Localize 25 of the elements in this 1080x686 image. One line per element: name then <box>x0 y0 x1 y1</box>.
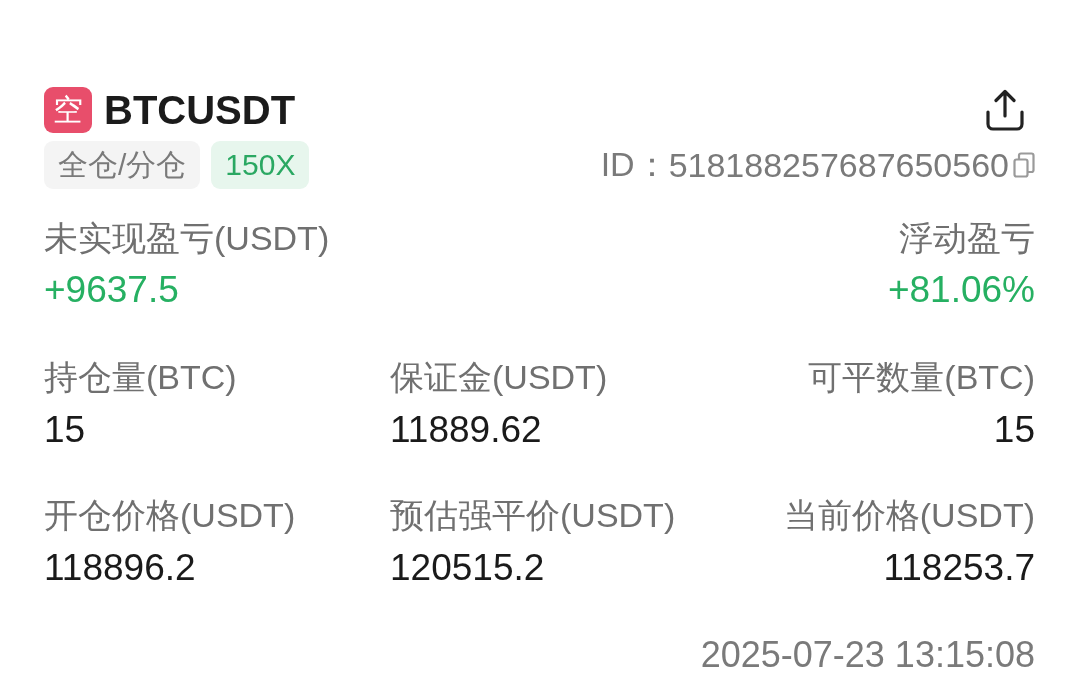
copy-icon[interactable] <box>1013 152 1035 178</box>
field-label: 可平数量(BTC) <box>808 357 1035 398</box>
id-label: ID： <box>600 144 669 185</box>
field-value: 11889.62 <box>390 408 542 452</box>
field-label: 持仓量(BTC) <box>44 357 237 398</box>
leverage-tag: 150X <box>211 141 310 189</box>
share-icon[interactable] <box>985 89 1025 131</box>
pnl-label: 未实现盈亏(USDT) <box>44 218 330 259</box>
field-label: 预估强平价(USDT) <box>390 495 676 536</box>
field-value: 15 <box>44 408 86 452</box>
field-value: 120515.2 <box>390 546 545 590</box>
field-label: 开仓价格(USDT) <box>44 495 296 536</box>
side-badge: 空 <box>44 87 92 133</box>
order-id: 518188257687650560 <box>668 145 1009 185</box>
timestamp: 2025-07-23 13:15:08 <box>700 633 1035 677</box>
symbol-title: BTCUSDT <box>104 87 296 134</box>
pnl-value: +81.06% <box>887 268 1035 312</box>
field-label: 当前价格(USDT) <box>783 495 1035 536</box>
margin-mode-tag: 全仓/分仓 <box>44 141 201 189</box>
field-label: 保证金(USDT) <box>390 357 608 398</box>
pnl-label: 浮动盈亏 <box>899 218 1035 259</box>
field-value: 118253.7 <box>883 546 1035 590</box>
field-value: 15 <box>993 408 1035 452</box>
pnl-value: +9637.5 <box>44 268 179 312</box>
field-value: 118896.2 <box>44 546 196 590</box>
